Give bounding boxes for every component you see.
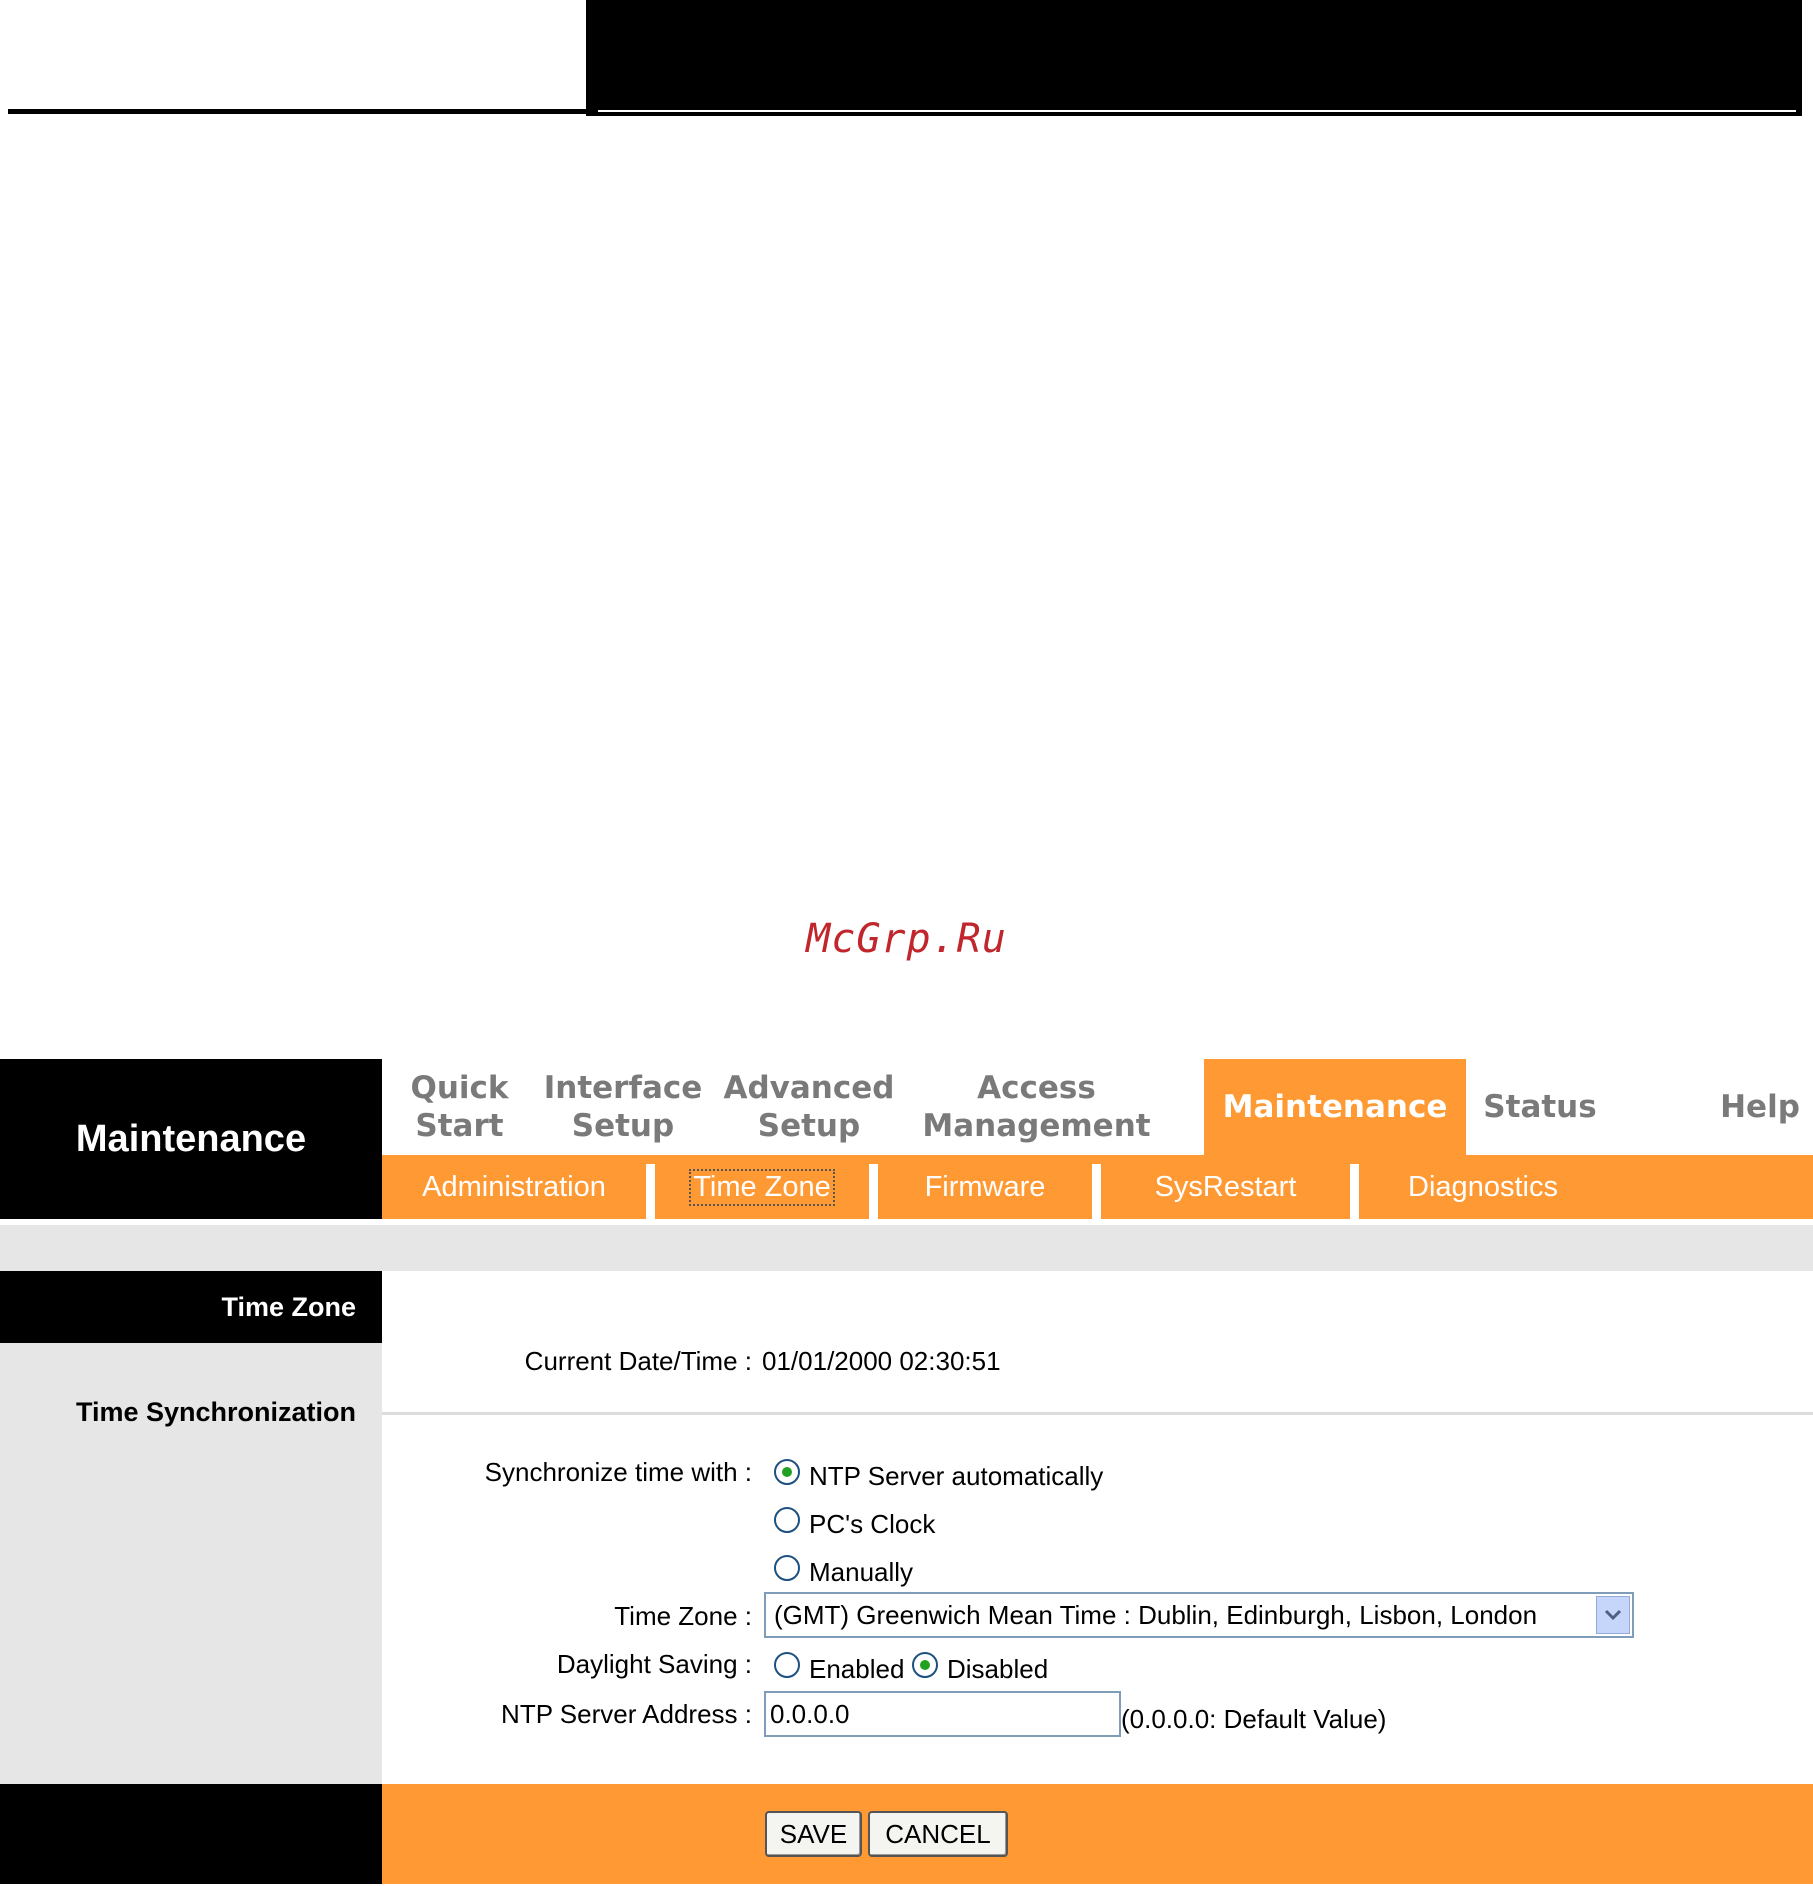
cancel-button[interactable]: CANCEL (868, 1811, 1008, 1857)
sync-manually-label: Manually (809, 1557, 914, 1587)
daylight-disabled-radio[interactable] (912, 1652, 938, 1678)
subnav-sysrestart[interactable]: SysRestart (1101, 1155, 1350, 1219)
subnav-label: Firmware (924, 1170, 1046, 1203)
timezone-label: Time Zone : (614, 1601, 752, 1631)
left-column (0, 1271, 382, 1844)
daylight-enabled-label: Enabled (809, 1654, 905, 1684)
form-divider (382, 1412, 1813, 1415)
subnav-label: Diagnostics (1408, 1170, 1558, 1203)
subnav-separator (869, 1164, 878, 1219)
time-sync-heading: Time Synchronization (75, 1397, 356, 1427)
daylight-disabled-label: Disabled (947, 1654, 1049, 1684)
footer-left (0, 1784, 382, 1884)
subnav-separator (646, 1164, 655, 1219)
subnav-firmware[interactable]: Firmware (878, 1155, 1092, 1219)
subnav-separator (1092, 1164, 1101, 1219)
timezone-value: (GMT) Greenwich Mean Time : Dublin, Edin… (774, 1600, 1538, 1630)
ntp-hint: (0.0.0.0: Default Value) (1121, 1704, 1387, 1734)
page-header-underline (596, 110, 1796, 112)
nav-quick-start[interactable]: Quick Start (382, 1059, 537, 1155)
subnav-administration[interactable]: Administration (382, 1155, 646, 1219)
ntp-label: NTP Server Address : (501, 1699, 752, 1729)
router-config-panel: Maintenance Quick Start Interface Setup Ad… (0, 1059, 1813, 1886)
subnav-label: SysRestart (1154, 1170, 1297, 1203)
sync-pc-clock-radio[interactable] (774, 1507, 800, 1533)
sync-label: Synchronize time with : (484, 1457, 752, 1487)
main-nav: Quick Start Interface Setup Advanced Setup … (382, 1059, 1813, 1155)
page-header-rule (8, 109, 598, 114)
nav-access-management[interactable]: Access Management (909, 1059, 1164, 1155)
ntp-server-input[interactable]: 0.0.0.0 (764, 1691, 1121, 1737)
nav-help[interactable]: Help (1707, 1059, 1813, 1155)
subnav-label: Time Zone (689, 1168, 835, 1206)
daylight-label: Daylight Saving : (556, 1649, 752, 1679)
nav-interface-setup[interactable]: Interface Setup (537, 1059, 709, 1155)
timezone-select[interactable]: (GMT) Greenwich Mean Time : Dublin, Edin… (764, 1592, 1634, 1638)
nav-status[interactable]: Status (1466, 1059, 1614, 1155)
sync-manually-radio[interactable] (774, 1555, 800, 1581)
time-zone-heading: Time Zone (0, 1271, 382, 1343)
daylight-enabled-radio[interactable] (774, 1652, 800, 1678)
subnav-time-zone[interactable]: Time Zone (655, 1155, 869, 1219)
footer-bar (382, 1784, 1813, 1884)
current-datetime-label: Current Date/Time : (524, 1346, 752, 1376)
chevron-down-icon[interactable] (1596, 1596, 1630, 1634)
sync-ntp-radio[interactable] (774, 1459, 800, 1485)
nav-advanced-setup[interactable]: Advanced Setup (709, 1059, 909, 1155)
subnav-label: Administration (422, 1170, 606, 1203)
section-title: Maintenance (0, 1059, 382, 1219)
sync-pc-clock-label: PC's Clock (809, 1509, 936, 1539)
page-header-bar (586, 0, 1802, 116)
spacer-band (0, 1225, 1813, 1271)
subnav-diagnostics[interactable]: Diagnostics (1359, 1155, 1607, 1219)
save-button[interactable]: SAVE (765, 1811, 862, 1857)
subnav-separator (1350, 1164, 1359, 1219)
current-datetime-value: 01/01/2000 02:30:51 (762, 1346, 1001, 1376)
nav-maintenance[interactable]: Maintenance (1204, 1059, 1466, 1155)
watermark: McGrp.Ru (806, 916, 1007, 962)
sync-ntp-label: NTP Server automatically (809, 1461, 1104, 1491)
